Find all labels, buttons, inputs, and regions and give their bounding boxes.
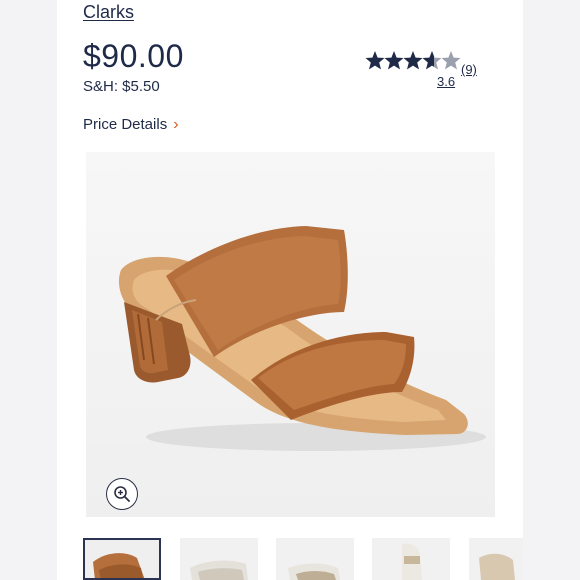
product-main-image[interactable] [86, 152, 495, 517]
price-details-label: Price Details [83, 116, 168, 133]
chevron-right-icon: › [173, 115, 179, 133]
thumbnail-3[interactable] [276, 538, 354, 580]
shipping-cost: S&H: $5.50 [83, 78, 160, 95]
product-price: $90.00 [83, 38, 184, 74]
rating-value[interactable]: 3.6 [437, 74, 455, 89]
thumbnail-1[interactable] [83, 538, 161, 580]
star-icon [384, 51, 404, 70]
thumbnail-2[interactable] [180, 538, 258, 580]
star-icon [365, 51, 385, 70]
star-half-icon [422, 51, 442, 70]
star-icon [403, 51, 423, 70]
rating-summary[interactable]: (9) 3.6 [365, 50, 495, 94]
tan-sandal-thumbnail [85, 540, 159, 578]
white-sandal-thumbnail [276, 538, 354, 580]
brand-link[interactable]: Clarks [83, 2, 134, 23]
star-icon-group [365, 51, 461, 70]
thumbnail-4[interactable] [372, 538, 450, 580]
sandal-image [118, 226, 486, 451]
product-card: Clarks $90.00 S&H: $5.50 (9) 3.6 Price D… [57, 0, 523, 580]
white-sandal-thumbnail [180, 538, 258, 580]
tan-sandal-thumbnail [469, 538, 523, 580]
zoom-in-icon [114, 486, 130, 502]
price-details-link[interactable]: Price Details › [83, 116, 179, 133]
white-sandal-thumbnail [372, 538, 450, 580]
zoom-button[interactable] [106, 478, 138, 510]
thumbnail-strip [83, 538, 523, 580]
review-count-link[interactable]: (9) [461, 62, 477, 77]
star-empty-icon [441, 51, 461, 70]
rating-stars [365, 50, 461, 72]
thumbnail-5[interactable] [469, 538, 523, 580]
